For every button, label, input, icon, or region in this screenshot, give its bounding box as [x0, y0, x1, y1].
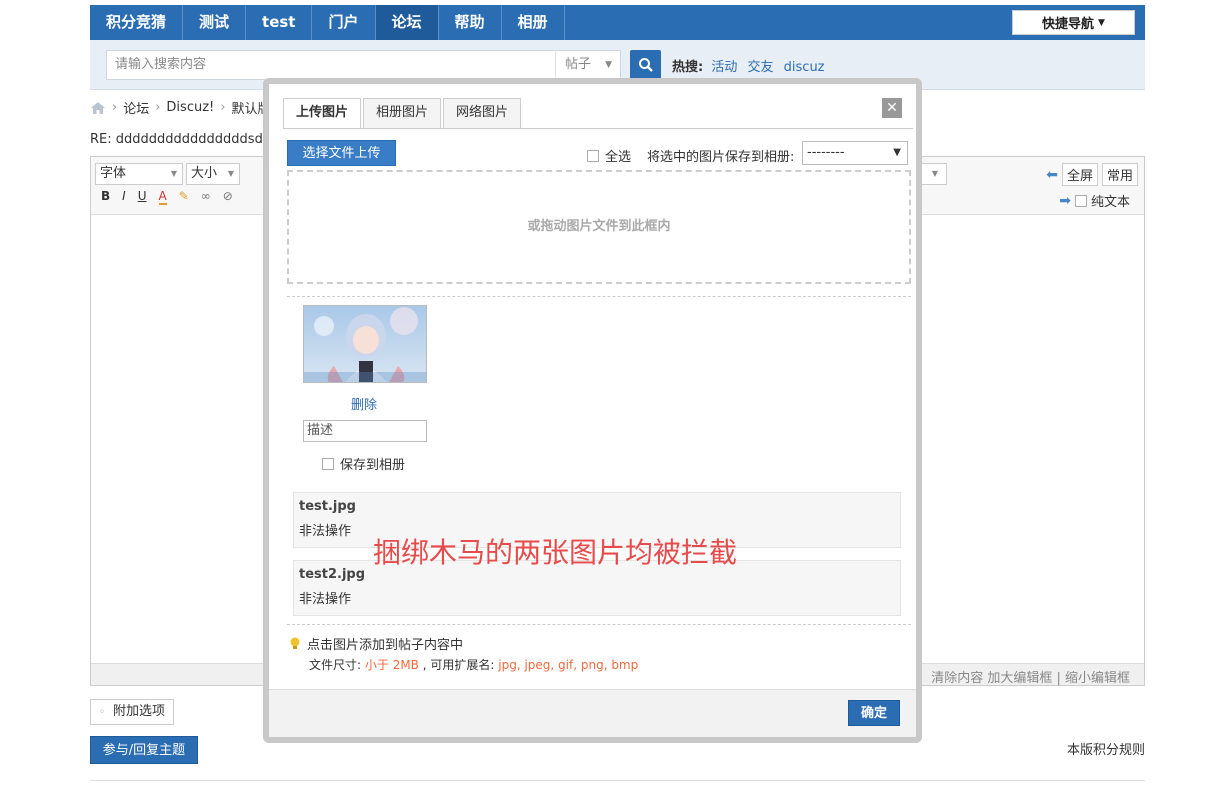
- size-value: 小于 2MB: [364, 658, 419, 672]
- undo-icon[interactable]: ⬅: [1046, 167, 1058, 183]
- bold-button[interactable]: B: [101, 189, 110, 205]
- select-all-checkbox[interactable]: [587, 149, 599, 162]
- format-buttons: B I U A ✎ ∞ ⊘: [101, 189, 233, 205]
- confirm-button[interactable]: 确定: [848, 700, 900, 726]
- album-select[interactable]: -------- ▼: [802, 141, 908, 165]
- font-select-label: 字体: [100, 166, 127, 181]
- plaintext-label: 纯文本: [1090, 195, 1130, 210]
- editor-toolbar-right: ⬅ 全屏 常用: [1046, 163, 1138, 186]
- editor-footer-links[interactable]: 清除内容 加大编辑框 | 缩小编辑框: [931, 667, 1130, 686]
- breadcrumb-item-forum[interactable]: 论坛: [123, 98, 149, 117]
- dialog-tabs: 上传图片 相册图片 网络图片: [283, 98, 523, 129]
- ext-value: jpg, jpeg, gif, png, bmp: [498, 658, 639, 672]
- hot-link-discuz[interactable]: discuz: [784, 60, 825, 75]
- annotation-text: 捆绑木马的两张图片均被拦截: [373, 536, 738, 569]
- search-input[interactable]: 请输入搜索内容: [106, 50, 556, 80]
- nav-item-portal[interactable]: 门户: [312, 5, 376, 40]
- nav-item-test-cn[interactable]: 测试: [183, 5, 247, 40]
- size-label: 文件尺寸:: [309, 658, 362, 672]
- font-color-button[interactable]: A: [158, 189, 167, 205]
- unlink-icon[interactable]: ⊘: [223, 189, 233, 205]
- error-file-name: test.jpg: [299, 499, 356, 514]
- font-select[interactable]: 字体 ▼: [95, 163, 183, 185]
- anime-image: [304, 306, 426, 382]
- tab-album-image[interactable]: 相册图片: [363, 98, 442, 128]
- tip-line: 点击图片添加到帖子内容中: [289, 634, 463, 653]
- hot-search: 热搜: 活动 交友 discuz: [672, 56, 831, 75]
- hot-link-activity[interactable]: 活动: [711, 60, 737, 75]
- fullscreen-button[interactable]: 全屏: [1061, 163, 1098, 186]
- dialog-footer: 确定: [269, 689, 916, 737]
- image-description-input[interactable]: 描述: [303, 420, 427, 442]
- breadcrumb: › 论坛 › Discuz! › 默认版: [90, 98, 270, 117]
- hot-link-friends[interactable]: 交友: [748, 60, 774, 75]
- nav-item-test[interactable]: test: [246, 5, 313, 40]
- save-to-album: 保存到相册: [322, 454, 405, 473]
- breadcrumb-item-discuz[interactable]: Discuz!: [166, 100, 214, 115]
- underline-button[interactable]: U: [138, 189, 147, 205]
- lightbulb-icon: [290, 637, 300, 649]
- chevron-down-icon: ▼: [893, 147, 901, 158]
- divider: [287, 296, 911, 297]
- home-icon[interactable]: [90, 101, 106, 115]
- footer-divider: [90, 780, 1145, 781]
- plaintext-checkbox[interactable]: [1074, 194, 1087, 207]
- error-message: 非法操作: [299, 592, 352, 607]
- rules-link[interactable]: 本版积分规则: [1067, 739, 1145, 758]
- hot-search-label: 热搜:: [672, 60, 704, 75]
- chevron-down-icon: ▼: [605, 60, 612, 70]
- search-type-select[interactable]: 帖子 ▼: [555, 50, 621, 80]
- reply-button[interactable]: 参与/回复主题: [90, 736, 198, 764]
- uploaded-image-thumbnail[interactable]: [303, 305, 427, 383]
- quick-nav-label: 快捷导航: [1042, 17, 1095, 32]
- nav-item-help[interactable]: 帮助: [439, 5, 502, 40]
- top-nav: 积分竞猜 测试 test 门户 论坛 帮助 相册 快捷导航 ▼: [90, 5, 1145, 40]
- breadcrumb-separator: ›: [155, 100, 161, 115]
- divider: [287, 624, 911, 625]
- file-constraints: 文件尺寸: 小于 2MB , 可用扩展名: jpg, jpeg, gif, pn…: [309, 656, 638, 673]
- chevron-down-icon: ▼: [227, 169, 234, 178]
- link-icon[interactable]: ∞: [201, 189, 211, 205]
- search-type-label: 帖子: [565, 57, 592, 72]
- nav-item-points-quiz[interactable]: 积分竞猜: [90, 5, 184, 40]
- chevron-down-icon: ▼: [931, 169, 938, 178]
- select-all-label: 全选: [605, 150, 632, 165]
- italic-button[interactable]: I: [122, 189, 126, 205]
- breadcrumb-separator: ›: [220, 100, 226, 115]
- breadcrumb-separator: ›: [112, 100, 118, 115]
- tab-upload-image[interactable]: 上传图片: [283, 98, 362, 129]
- save-to-album-checkbox[interactable]: [322, 457, 334, 470]
- size-select-label: 大小: [191, 166, 218, 181]
- ext-label: , 可用扩展名:: [422, 658, 495, 672]
- chevron-down-icon: ▼: [1098, 17, 1105, 28]
- search-icon: [639, 58, 653, 72]
- redo-icon[interactable]: ➡: [1059, 193, 1071, 209]
- tabs-divider: [283, 128, 913, 129]
- common-button[interactable]: 常用: [1101, 163, 1138, 186]
- select-file-button[interactable]: 选择文件上传: [287, 140, 396, 166]
- tip-text: 点击图片添加到帖子内容中: [307, 638, 464, 653]
- tab-web-image[interactable]: 网络图片: [443, 98, 522, 128]
- size-select[interactable]: 大小 ▼: [186, 163, 240, 185]
- image-upload-dialog: 上传图片 相册图片 网络图片 ✕ 选择文件上传 全选 将选中的图片保存到相册: …: [263, 78, 922, 743]
- drop-zone[interactable]: 或拖动图片文件到此框内: [287, 170, 911, 284]
- quick-nav-button[interactable]: 快捷导航 ▼: [1012, 10, 1135, 35]
- nav-item-forum[interactable]: 论坛: [375, 5, 439, 40]
- thread-title: RE: ddddddddddddddddsdf [修: [90, 132, 290, 147]
- chevron-down-icon: ▼: [170, 169, 177, 178]
- extra-options-label: 附加选项: [113, 704, 166, 719]
- highlight-icon[interactable]: ✎: [179, 189, 189, 205]
- select-all: 全选: [587, 146, 631, 165]
- album-select-value: --------: [807, 145, 845, 160]
- save-to-album-prompt: 将选中的图片保存到相册:: [647, 150, 795, 165]
- nav-item-album[interactable]: 相册: [502, 5, 565, 40]
- save-to-album-label: 保存到相册: [340, 458, 406, 473]
- editor-toolbar-right-2: ➡ 纯文本: [1059, 191, 1130, 211]
- extra-options-button[interactable]: ◦ 附加选项: [90, 699, 175, 725]
- close-icon[interactable]: ✕: [882, 98, 902, 118]
- delete-image-link[interactable]: 删除: [351, 394, 377, 413]
- bullet-icon: ◦: [99, 707, 105, 718]
- search-button[interactable]: [630, 50, 661, 80]
